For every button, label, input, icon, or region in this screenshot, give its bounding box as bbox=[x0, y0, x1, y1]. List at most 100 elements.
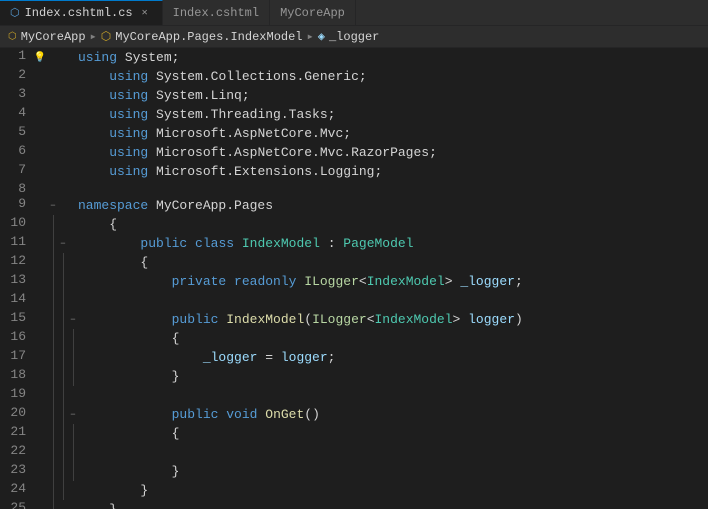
fold-col-1[interactable]: − bbox=[48, 196, 58, 215]
code-content[interactable]: } bbox=[78, 367, 523, 386]
fold-col-3 bbox=[68, 67, 78, 86]
token-plain: ) bbox=[515, 312, 523, 327]
code-line-17: 17 _logger = logger; bbox=[0, 348, 523, 367]
code-content[interactable]: using Microsoft.AspNetCore.Mvc.RazorPage… bbox=[78, 143, 523, 162]
breadcrumb-namespace[interactable]: MyCoreApp.Pages.IndexModel bbox=[115, 30, 302, 44]
fold-col-1 bbox=[48, 329, 58, 348]
code-content[interactable]: private readonly ILogger<IndexModel> _lo… bbox=[78, 272, 523, 291]
token-plain: { bbox=[78, 217, 117, 232]
fold-col-2 bbox=[58, 424, 68, 443]
token-iface: ILogger bbox=[312, 312, 367, 327]
token-plain: Microsoft.AspNetCore.Mvc; bbox=[148, 126, 351, 141]
code-content[interactable] bbox=[78, 386, 523, 405]
fold-col-2 bbox=[58, 86, 68, 105]
fold-col-2 bbox=[58, 162, 68, 181]
fold-col-2 bbox=[58, 181, 68, 196]
bulb-col bbox=[32, 143, 48, 162]
fold-col-3[interactable]: − bbox=[68, 310, 78, 329]
fold-col-2 bbox=[58, 329, 68, 348]
breadcrumb-project[interactable]: MyCoreApp bbox=[21, 30, 86, 44]
code-content[interactable]: { bbox=[78, 215, 523, 234]
code-content[interactable]: public void OnGet() bbox=[78, 405, 523, 424]
fold-col-2[interactable] bbox=[58, 405, 68, 424]
code-line-4: 4 using System.Threading.Tasks; bbox=[0, 105, 523, 124]
fold-col-1[interactable] bbox=[48, 310, 58, 329]
fold-col-1[interactable] bbox=[48, 234, 58, 253]
code-content[interactable]: { bbox=[78, 329, 523, 348]
code-content[interactable]: using Microsoft.AspNetCore.Mvc; bbox=[78, 124, 523, 143]
lightbulb-icon[interactable]: 💡 bbox=[34, 52, 46, 64]
code-content[interactable]: using Microsoft.Extensions.Logging; bbox=[78, 162, 523, 181]
fold-col-1 bbox=[48, 67, 58, 86]
fold-col-3 bbox=[68, 291, 78, 310]
fold-col-3 bbox=[68, 215, 78, 234]
code-content[interactable]: } bbox=[78, 481, 523, 500]
code-content[interactable]: } bbox=[78, 462, 523, 481]
code-content[interactable]: public IndexModel(ILogger<IndexModel> lo… bbox=[78, 310, 523, 329]
bulb-col bbox=[32, 105, 48, 124]
breadcrumb-member-icon: ◈ bbox=[318, 29, 325, 44]
bulb-col bbox=[32, 386, 48, 405]
bulb-col bbox=[32, 234, 48, 253]
tab-index-cshtml[interactable]: Index.cshtml bbox=[163, 0, 270, 25]
code-content[interactable]: public class IndexModel : PageModel bbox=[78, 234, 523, 253]
line-number: 1 bbox=[0, 48, 32, 67]
line-number: 23 bbox=[0, 462, 32, 481]
editor-container: 1💡using System;2 using System.Collection… bbox=[0, 48, 708, 509]
breadcrumb-member[interactable]: _logger bbox=[329, 30, 379, 44]
fold-col-2 bbox=[58, 348, 68, 367]
tab-index-cshtml-cs[interactable]: ⬡ Index.cshtml.cs ✕ bbox=[0, 0, 163, 25]
fold-col-2 bbox=[58, 215, 68, 234]
token-kw: class bbox=[195, 236, 234, 251]
bulb-col: 💡 bbox=[32, 48, 48, 67]
code-content[interactable] bbox=[78, 291, 523, 310]
code-content[interactable]: { bbox=[78, 424, 523, 443]
line-number: 2 bbox=[0, 67, 32, 86]
token-plain: { bbox=[78, 255, 148, 270]
token-plain: { bbox=[78, 331, 179, 346]
fold-col-3[interactable]: − bbox=[68, 405, 78, 424]
editor-main[interactable]: 1💡using System;2 using System.Collection… bbox=[0, 48, 523, 509]
code-content[interactable]: namespace MyCoreApp.Pages bbox=[78, 196, 523, 215]
bulb-col bbox=[32, 124, 48, 143]
token-plain: Microsoft.Extensions.Logging; bbox=[148, 164, 382, 179]
code-line-25: 25 } bbox=[0, 500, 523, 509]
code-line-7: 7 using Microsoft.Extensions.Logging; bbox=[0, 162, 523, 181]
line-number: 14 bbox=[0, 291, 32, 310]
token-plain: } bbox=[78, 483, 148, 498]
tab-mycoreapp[interactable]: MyCoreApp bbox=[270, 0, 356, 25]
fold-col-1[interactable] bbox=[48, 405, 58, 424]
fold-col-2 bbox=[58, 143, 68, 162]
code-line-20: 20− public void OnGet() bbox=[0, 405, 523, 424]
fold-col-2[interactable] bbox=[58, 310, 68, 329]
fold-col-1 bbox=[48, 181, 58, 196]
code-content[interactable]: using System.Threading.Tasks; bbox=[78, 105, 523, 124]
token-plain bbox=[78, 350, 203, 365]
token-type: PageModel bbox=[343, 236, 413, 251]
token-type: IndexModel bbox=[242, 236, 320, 251]
code-line-2: 2 using System.Collections.Generic; bbox=[0, 67, 523, 86]
code-line-22: 22 bbox=[0, 443, 523, 462]
code-content[interactable]: using System.Linq; bbox=[78, 86, 523, 105]
token-param: logger bbox=[281, 350, 328, 365]
code-content[interactable] bbox=[78, 443, 523, 462]
code-line-1: 1💡 using System; bbox=[0, 48, 523, 67]
fold-col-2[interactable]: − bbox=[58, 234, 68, 253]
token-plain bbox=[78, 164, 109, 179]
code-content[interactable]: } bbox=[78, 500, 523, 509]
code-content[interactable]: { bbox=[78, 253, 523, 272]
code-content[interactable]: _logger = logger; bbox=[78, 348, 523, 367]
token-plain: > bbox=[445, 274, 461, 289]
code-line-14: 14 bbox=[0, 291, 523, 310]
token-plain: System.Linq; bbox=[148, 88, 249, 103]
token-kw: using bbox=[109, 107, 148, 122]
code-content[interactable]: using System; bbox=[78, 48, 523, 67]
tab-close-button[interactable]: ✕ bbox=[138, 6, 152, 20]
code-content[interactable]: using System.Collections.Generic; bbox=[78, 67, 523, 86]
fold-col-3 bbox=[68, 48, 78, 67]
token-iface: ILogger bbox=[304, 274, 359, 289]
fold-col-2 bbox=[58, 367, 68, 386]
token-type: IndexModel bbox=[367, 274, 445, 289]
code-content[interactable] bbox=[78, 181, 523, 196]
token-kw: using bbox=[109, 164, 148, 179]
